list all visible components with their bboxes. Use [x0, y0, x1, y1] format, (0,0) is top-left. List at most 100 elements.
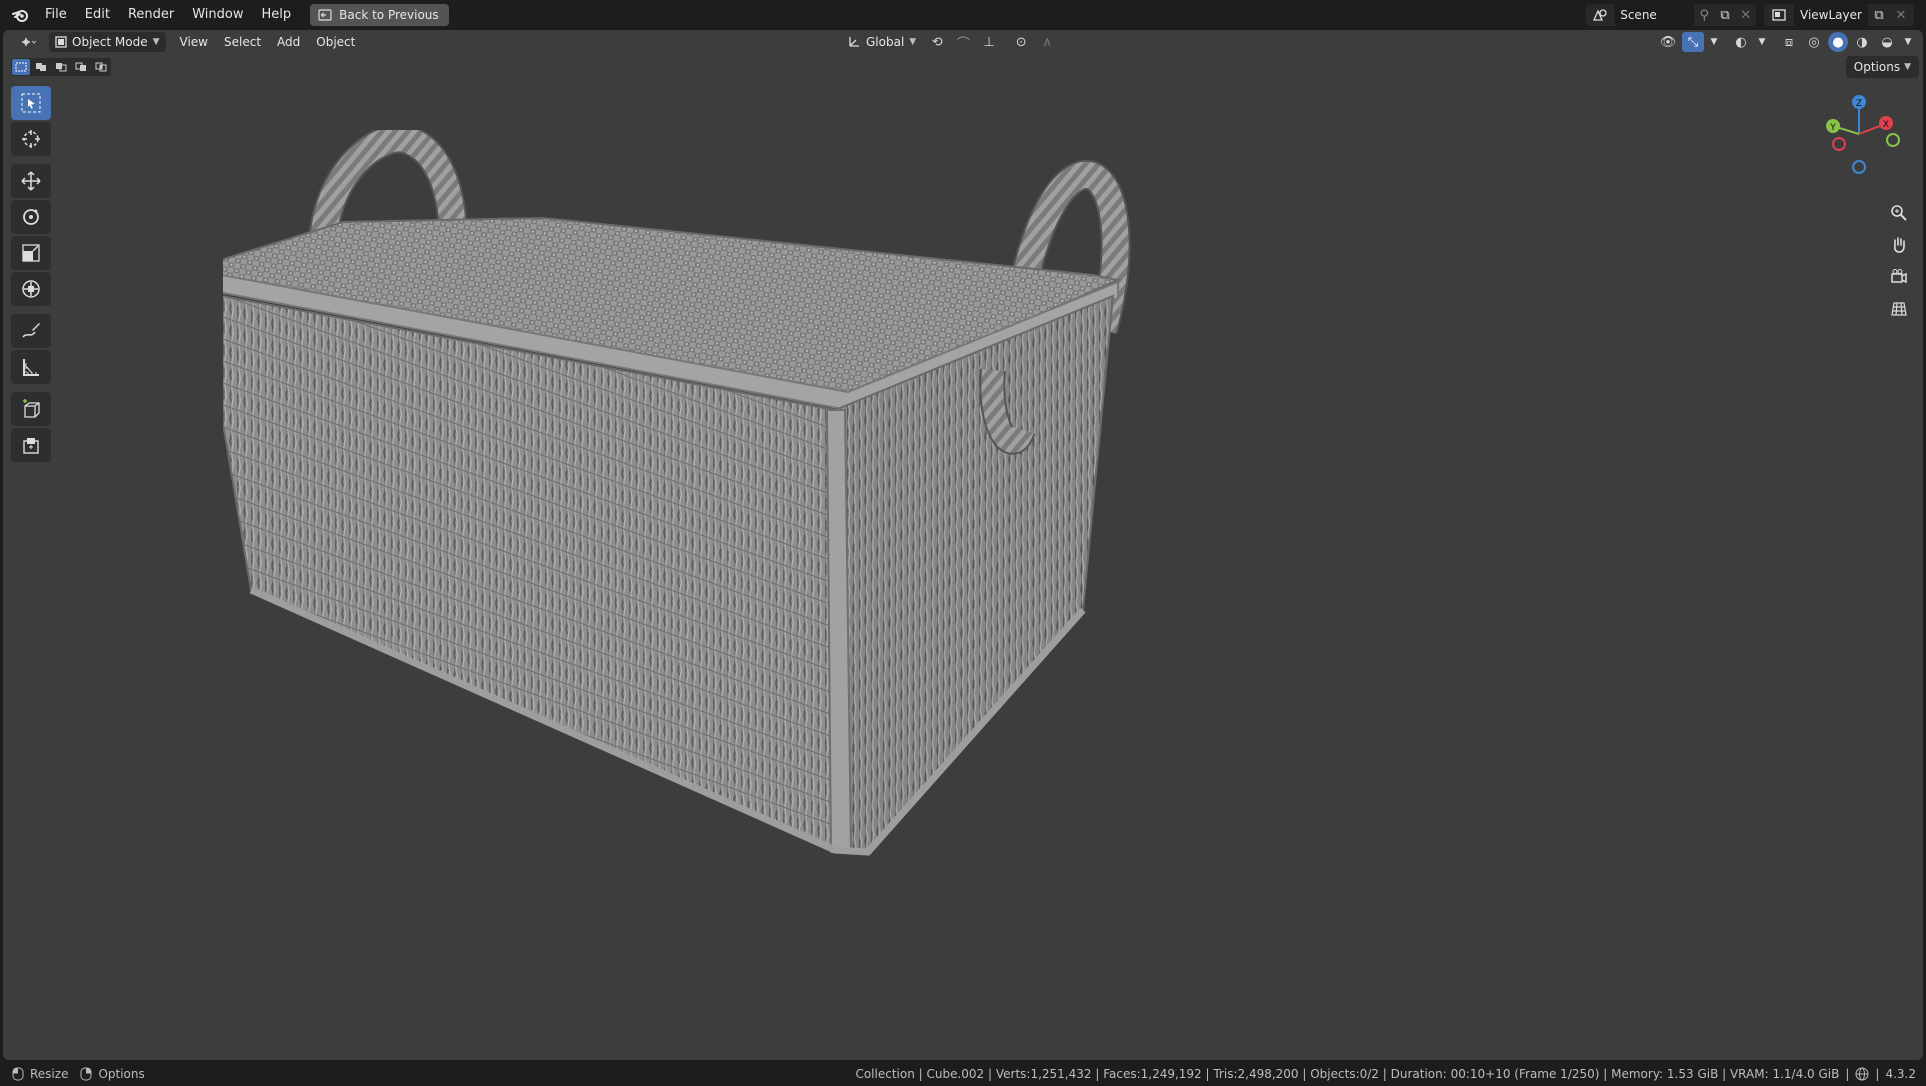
proportional-editing-icon[interactable]: ⊙ [1010, 32, 1032, 52]
status-separator: | [1845, 1067, 1850, 1081]
mouse-right-icon [80, 1067, 92, 1081]
chevron-down-icon[interactable]: ▼ [1707, 32, 1721, 52]
select-extend-icon[interactable] [32, 59, 50, 75]
camera-view-icon[interactable] [1885, 264, 1913, 290]
transform-orientation-label: Global [866, 35, 905, 49]
falloff-icon[interactable]: ∧ [1036, 32, 1058, 52]
scene-icon[interactable] [1586, 5, 1614, 25]
scene-name: Scene [1620, 8, 1657, 22]
object-mode-dropdown[interactable]: Object Mode ▼ [49, 32, 166, 52]
top-menu-bar: File Edit Render Window Help Back to Pre… [0, 0, 1926, 30]
menu-view[interactable]: View [172, 30, 216, 54]
select-box-tool[interactable] [11, 86, 51, 120]
new-view-layer-icon[interactable]: ⧉ [1868, 5, 1890, 25]
wicker-basket-model[interactable] [223, 130, 1403, 1060]
viewport-header: Object Mode ▼ View Select Add Object Glo… [3, 30, 1923, 54]
menu-object[interactable]: Object [308, 30, 363, 54]
object-mode-icon [55, 36, 67, 48]
rotate-icon [23, 209, 39, 225]
gizmo-neg-x-axis[interactable] [1832, 137, 1846, 151]
gizmo-neg-y-axis[interactable] [1886, 133, 1900, 147]
select-invert-icon[interactable] [72, 59, 90, 75]
add-primitive-tool[interactable] [11, 428, 51, 462]
remove-scene-icon[interactable]: ✕ [1735, 5, 1756, 25]
view-layer-name: ViewLayer [1800, 8, 1862, 22]
menu-file[interactable]: File [36, 0, 76, 30]
status-bar: Resize Options Collection | Cube.002 | V… [0, 1062, 1926, 1086]
new-scene-icon[interactable]: ⧉ [1715, 5, 1736, 25]
gizmo-toggle-icon[interactable]: ⤡ [1682, 32, 1704, 52]
blender-logo-icon[interactable] [10, 5, 30, 25]
view-layer-icon[interactable] [1764, 5, 1794, 25]
scene-selector[interactable]: Scene ⚲ ⧉ ✕ [1586, 4, 1756, 26]
overlays-icon[interactable]: ◐ [1730, 32, 1752, 52]
view-layer-name-field[interactable]: ViewLayer [1794, 4, 1868, 26]
editor-type-icon[interactable] [11, 32, 45, 52]
3d-viewport[interactable]: Object Mode ▼ View Select Add Object Glo… [3, 30, 1923, 1060]
visibility-icon[interactable]: 👁 [1657, 32, 1679, 52]
rendered-shading-icon[interactable]: ◒ [1876, 32, 1898, 52]
blender-version: 4.3.2 [1885, 1067, 1916, 1081]
back-to-previous-label: Back to Previous [339, 8, 439, 22]
menu-edit[interactable]: Edit [76, 0, 119, 30]
pin-icon[interactable]: ⚲ [1694, 5, 1715, 25]
menu-add[interactable]: Add [269, 30, 308, 54]
navigation-gizmo[interactable]: Z X Y [1813, 88, 1903, 178]
add-cube-icon [23, 399, 40, 418]
object-mode-label: Object Mode [72, 35, 148, 49]
perspective-grid-icon[interactable] [1885, 296, 1913, 322]
chevron-down-icon[interactable]: ▼ [1901, 32, 1915, 52]
remove-view-layer-icon[interactable]: ✕ [1890, 5, 1912, 25]
back-to-previous-button[interactable]: Back to Previous [310, 4, 449, 26]
scale-tool[interactable] [11, 236, 51, 270]
menu-window[interactable]: Window [183, 0, 252, 30]
options-dropdown[interactable]: Options ▼ [1845, 56, 1919, 78]
annotate-tool[interactable] [11, 314, 51, 348]
solid-shading-icon[interactable]: ● [1828, 32, 1848, 52]
viewport-navigation-buttons [1885, 200, 1913, 322]
menu-render[interactable]: Render [119, 0, 183, 30]
selection-mode-group [11, 58, 111, 76]
cursor-icon [22, 130, 40, 148]
measure-tool[interactable] [11, 350, 51, 384]
move-tool[interactable] [11, 164, 51, 198]
move-icon [21, 171, 41, 191]
status-separator: | [1875, 1067, 1880, 1081]
chevron-down-icon[interactable]: ▼ [1755, 32, 1769, 52]
gizmo-neg-z-axis[interactable] [1852, 160, 1866, 174]
gizmo-y-label: Y [1829, 123, 1836, 133]
tool-shelf [11, 86, 51, 464]
measure-icon [23, 359, 39, 376]
options-label: Options [1853, 60, 1901, 74]
select-new-icon[interactable] [12, 59, 30, 75]
orientation-axes-icon [849, 37, 859, 47]
xray-toggle-icon[interactable]: ⧈ [1778, 32, 1800, 52]
chevron-down-icon: ▼ [152, 37, 160, 47]
back-arrow-icon [318, 9, 332, 21]
cursor-tool[interactable] [11, 122, 51, 156]
scale-icon [22, 244, 40, 262]
annotate-icon [22, 323, 40, 338]
select-subtract-icon[interactable] [52, 59, 70, 75]
transform-tool[interactable] [11, 272, 51, 306]
gizmo-z-label: Z [1856, 99, 1862, 109]
menu-select[interactable]: Select [216, 30, 269, 54]
pivot-point-icon[interactable]: ⟲ [926, 32, 948, 52]
rotate-tool[interactable] [11, 200, 51, 234]
menu-help[interactable]: Help [253, 0, 301, 30]
pan-hand-icon[interactable] [1885, 232, 1913, 258]
chevron-down-icon: ▼ [1904, 62, 1911, 72]
scene-name-field[interactable]: Scene [1614, 4, 1694, 26]
material-preview-icon[interactable]: ◑ [1851, 32, 1873, 52]
add-cube-tool[interactable] [11, 392, 51, 426]
mouse-left-icon [12, 1067, 24, 1081]
add-primitive-icon [23, 438, 39, 454]
wireframe-shading-icon[interactable]: ◎ [1803, 32, 1825, 52]
snap-icon[interactable]: ⌒ [952, 32, 974, 52]
scene-statistics: Collection | Cube.002 | Verts:1,251,432 … [855, 1067, 1840, 1081]
zoom-icon[interactable] [1885, 200, 1913, 226]
snap-target-icon[interactable]: ⊥ [978, 32, 1000, 52]
transform-orientation-dropdown[interactable]: Global ▼ [841, 32, 922, 52]
select-intersect-icon[interactable] [92, 59, 110, 75]
view-layer-selector[interactable]: ViewLayer ⧉ ✕ [1764, 4, 1914, 26]
